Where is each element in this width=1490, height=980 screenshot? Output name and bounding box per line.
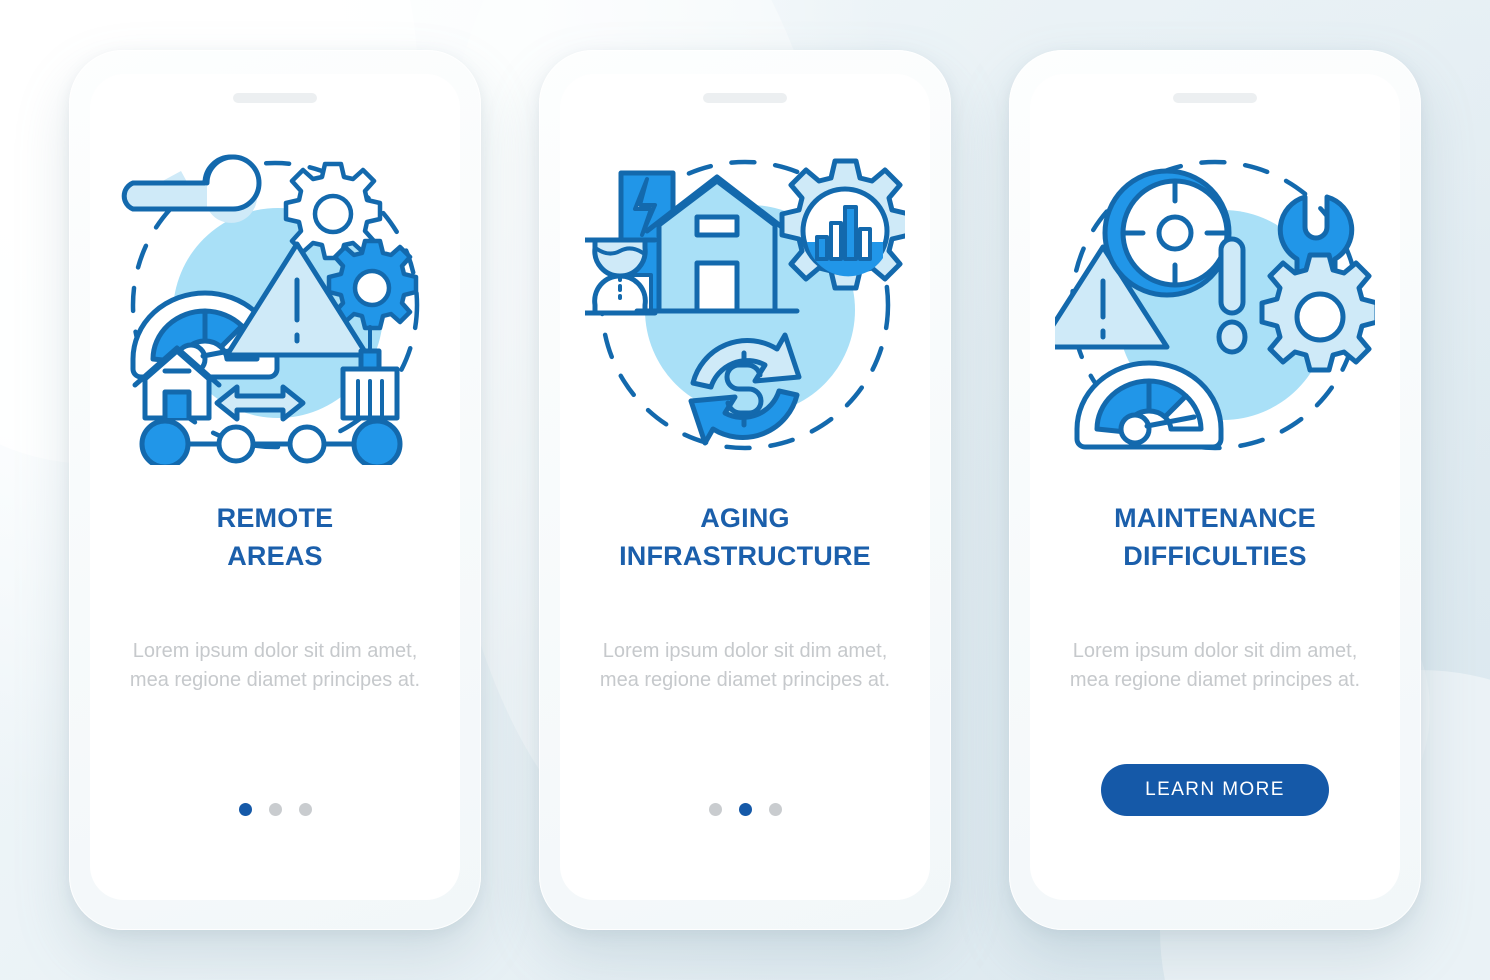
phone-speaker — [1173, 93, 1257, 103]
pagination-dots[interactable] — [708, 803, 782, 816]
phone-frame-remote-areas: REMOTE AREAS Lorem ipsum dolor sit dim a… — [69, 50, 481, 930]
page-body-text: Lorem ipsum dolor sit dim amet, mea regi… — [1069, 640, 1361, 691]
aging-infrastructure-illustration — [585, 145, 905, 465]
learn-more-button[interactable]: LEARN MORE — [1101, 764, 1329, 816]
title-line-2: DIFFICULTIES — [1123, 541, 1307, 571]
screen-footer — [90, 803, 460, 816]
title-line-1: AGING — [700, 503, 790, 533]
phone-frame-maintenance-difficulties: MAINTENANCE DIFFICULTIES Lorem ipsum dol… — [1009, 50, 1421, 930]
title-line-1: MAINTENANCE — [1114, 503, 1316, 533]
phone-speaker — [233, 93, 317, 103]
maintenance-difficulties-illustration — [1055, 145, 1375, 465]
pagination-dots[interactable] — [238, 803, 312, 816]
page-title: MAINTENANCE DIFFICULTIES — [1050, 499, 1380, 575]
screen-footer — [560, 803, 930, 816]
pagination-dot-2[interactable] — [268, 803, 282, 816]
page-body-text: Lorem ipsum dolor sit dim amet, mea regi… — [599, 640, 891, 691]
title-line-2: AREAS — [227, 541, 323, 571]
screen-maintenance-difficulties: MAINTENANCE DIFFICULTIES Lorem ipsum dol… — [1030, 74, 1400, 900]
pagination-dot-1[interactable] — [238, 803, 252, 816]
page-body-text: Lorem ipsum dolor sit dim amet, mea regi… — [129, 640, 421, 691]
pagination-dot-3[interactable] — [768, 803, 782, 816]
title-line-2: INFRASTRUCTURE — [619, 541, 871, 571]
onboarding-screens-row: REMOTE AREAS Lorem ipsum dolor sit dim a… — [0, 0, 1490, 980]
remote-areas-illustration — [115, 145, 435, 465]
pagination-dot-2[interactable] — [738, 803, 752, 816]
page-title: REMOTE AREAS — [110, 499, 440, 575]
phone-frame-aging-infrastructure: AGING INFRASTRUCTURE Lorem ipsum dolor s… — [539, 50, 951, 930]
screen-footer: LEARN MORE — [1030, 764, 1400, 816]
screen-remote-areas: REMOTE AREAS Lorem ipsum dolor sit dim a… — [90, 74, 460, 900]
pagination-dot-3[interactable] — [298, 803, 312, 816]
title-line-1: REMOTE — [216, 503, 334, 533]
phone-speaker — [703, 93, 787, 103]
pagination-dot-1[interactable] — [708, 803, 722, 816]
page-title: AGING INFRASTRUCTURE — [580, 499, 910, 575]
screen-aging-infrastructure: AGING INFRASTRUCTURE Lorem ipsum dolor s… — [560, 74, 930, 900]
